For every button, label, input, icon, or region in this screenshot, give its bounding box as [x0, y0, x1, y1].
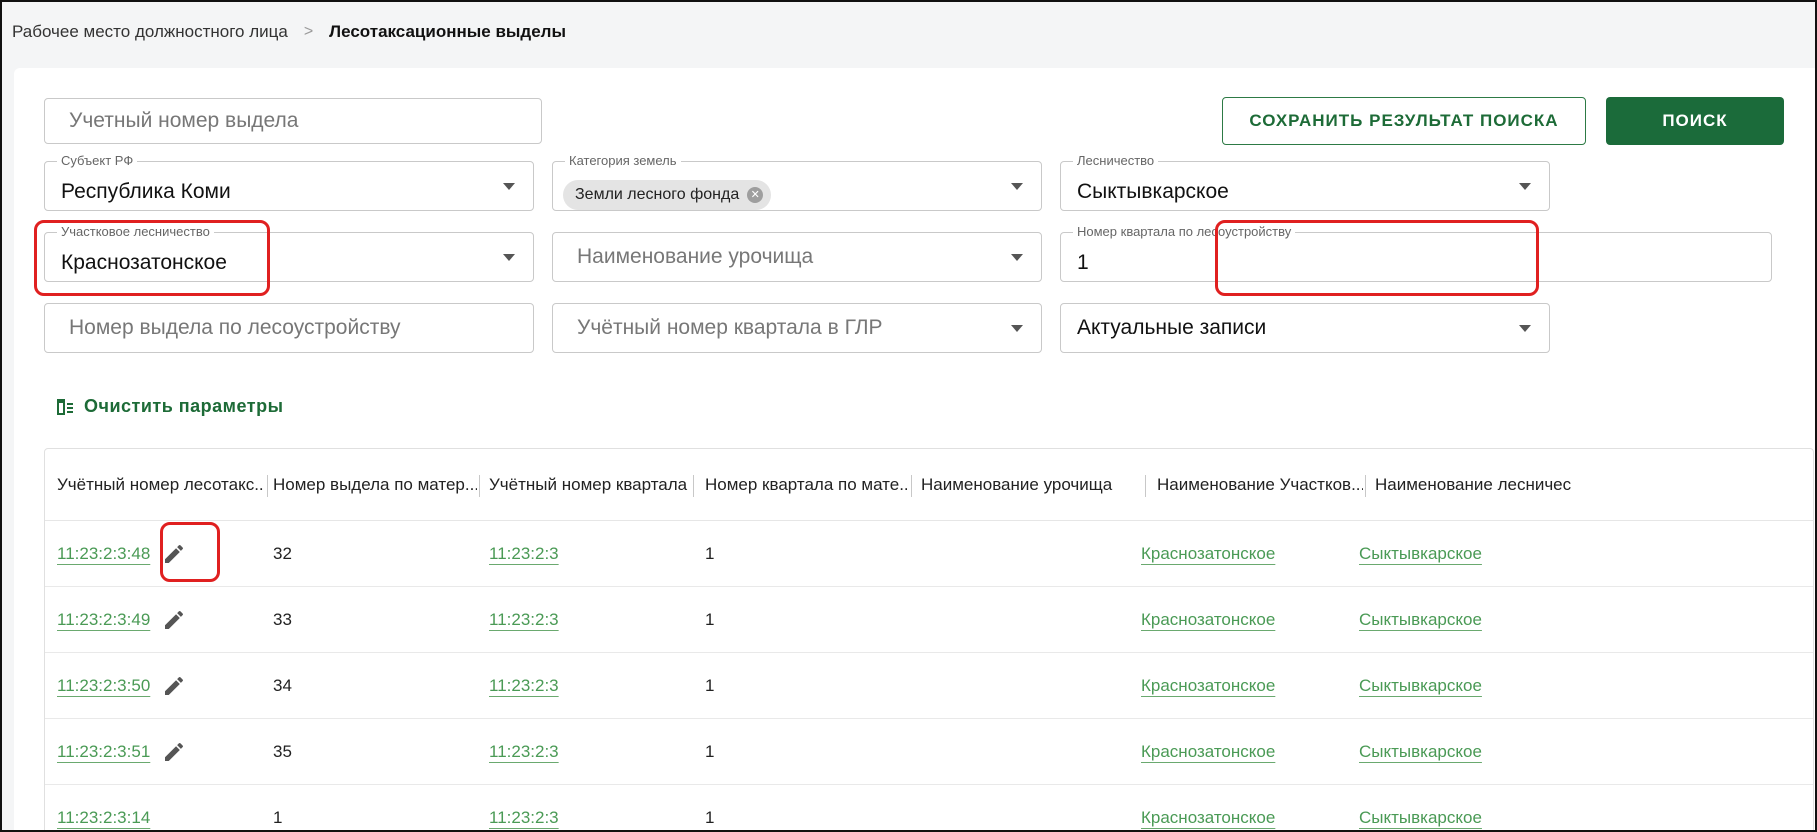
- records-filter-value: Актуальные записи: [1077, 316, 1267, 339]
- district-forestry-link[interactable]: Краснозатонское: [1141, 808, 1275, 828]
- column-resize-handle[interactable]: [267, 475, 268, 497]
- district-forestry-link[interactable]: Краснозатонское: [1141, 676, 1275, 696]
- allotment-number-cell: 35: [273, 742, 292, 761]
- account-number-placeholder: Учетный номер выдела: [69, 109, 299, 132]
- district-forestry-link[interactable]: Краснозатонское: [1141, 742, 1275, 762]
- forestry-link[interactable]: Сыктывкарское: [1359, 544, 1482, 564]
- column-header-forestry[interactable]: Наименование лесничес: [1375, 449, 1813, 521]
- column-resize-handle[interactable]: [1365, 475, 1366, 497]
- chevron-down-icon: [503, 254, 515, 261]
- clear-params-button[interactable]: Очистить параметры: [56, 392, 283, 420]
- quarter-number-cell: 1: [705, 676, 715, 695]
- edit-pencil-icon[interactable]: [162, 608, 186, 632]
- forestry-link[interactable]: Сыктывкарское: [1359, 676, 1482, 696]
- account-number-link[interactable]: 11:23:2:3:50: [57, 676, 150, 696]
- land-category-chip[interactable]: Земли лесного фонда ✕: [563, 180, 772, 210]
- edit-pencil-icon[interactable]: [162, 674, 186, 698]
- district-forestry-value: Краснозатонское: [61, 251, 227, 274]
- account-number-link[interactable]: 11:23:2:3:51: [57, 742, 150, 762]
- chevron-down-icon: [1519, 183, 1531, 190]
- column-header-account-number[interactable]: Учётный номер лесотакс...: [57, 449, 263, 521]
- land-category-chip-label: Земли лесного фонда: [575, 186, 740, 203]
- subject-value: Республика Коми: [61, 180, 231, 203]
- column-header-tract-name[interactable]: Наименование урочища: [921, 449, 1139, 521]
- account-number-link[interactable]: 11:23:2:3:49: [57, 610, 150, 630]
- clear-params-label: Очистить параметры: [84, 395, 284, 416]
- results-table: Учётный номер лесотакс... Номер выдела п…: [44, 448, 1814, 830]
- quarter-number-cell: 1: [705, 610, 715, 629]
- edit-pencil-icon[interactable]: [162, 740, 186, 764]
- breadcrumb: Рабочее место должностного лица > Лесота…: [12, 20, 566, 44]
- chevron-down-icon: [1011, 325, 1023, 332]
- district-forestry-select[interactable]: Участковое лесничество Краснозатонское: [44, 224, 534, 282]
- chevron-down-icon: [1011, 183, 1023, 190]
- column-header-quarter-number[interactable]: Номер квартала по мате...: [705, 449, 907, 521]
- clear-filter-icon: [57, 399, 73, 415]
- column-resize-handle[interactable]: [911, 475, 912, 497]
- column-header-quarter-id[interactable]: Учётный номер квартала: [489, 449, 689, 521]
- allotment-number-cell: 34: [273, 676, 292, 695]
- quarter-number-cell: 1: [705, 808, 715, 827]
- table-row[interactable]: 11:23:2:3:49 33 11:23:2:3 1 Краснозатонс…: [45, 587, 1813, 653]
- column-resize-handle[interactable]: [693, 475, 694, 497]
- chevron-down-icon: [1011, 254, 1023, 261]
- table-row[interactable]: 11:23:2:3:50 34 11:23:2:3 1 Краснозатонс…: [45, 653, 1813, 719]
- district-forestry-link[interactable]: Краснозатонское: [1141, 610, 1275, 630]
- quarter-glr-placeholder: Учётный номер квартала в ГЛР: [577, 316, 883, 339]
- search-button[interactable]: ПОИСК: [1606, 97, 1784, 145]
- breadcrumb-current: Лесотаксационные выделы: [329, 22, 566, 41]
- table-header: Учётный номер лесотакс... Номер выдела п…: [45, 449, 1813, 521]
- district-forestry-link[interactable]: Краснозатонское: [1141, 544, 1275, 564]
- forestry-select[interactable]: Лесничество Сыктывкарское: [1060, 153, 1550, 211]
- quarter-id-link[interactable]: 11:23:2:3: [489, 676, 559, 696]
- forestry-link[interactable]: Сыктывкарское: [1359, 742, 1482, 762]
- column-resize-handle[interactable]: [479, 475, 480, 497]
- table-row[interactable]: 11:23:2:3:51 35 11:23:2:3 1 Краснозатонс…: [45, 719, 1813, 785]
- column-header-allotment-number[interactable]: Номер выдела по матер...: [273, 449, 477, 521]
- tract-name-placeholder: Наименование урочища: [577, 245, 814, 268]
- allotment-number-input[interactable]: Номер выдела по лесоустройству: [44, 303, 534, 353]
- column-header-district-forestry[interactable]: Наименование Участков...: [1157, 449, 1363, 521]
- allotment-number-cell: 33: [273, 610, 292, 629]
- forestry-link[interactable]: Сыктывкарское: [1359, 808, 1482, 828]
- records-filter-select[interactable]: Актуальные записи: [1060, 303, 1550, 353]
- quarter-number-label: Номер квартала по лесоустройству: [1073, 224, 1296, 240]
- forestry-value: Сыктывкарское: [1077, 180, 1229, 203]
- table-row[interactable]: 11:23:2:3:14 1 11:23:2:3 1 Краснозатонск…: [45, 785, 1813, 830]
- save-search-button[interactable]: СОХРАНИТЬ РЕЗУЛЬТАТ ПОИСКА: [1222, 97, 1586, 145]
- tract-name-select[interactable]: Наименование урочища: [552, 232, 1042, 282]
- allotment-number-placeholder: Номер выдела по лесоустройству: [69, 316, 401, 339]
- chip-remove-icon[interactable]: ✕: [747, 187, 764, 203]
- forestry-link[interactable]: Сыктывкарское: [1359, 610, 1482, 630]
- edit-pencil-icon[interactable]: [162, 542, 186, 566]
- account-number-link[interactable]: 11:23:2:3:14: [57, 808, 150, 828]
- chevron-down-icon: [1519, 325, 1531, 332]
- chevron-down-icon: [503, 183, 515, 190]
- breadcrumb-parent-link[interactable]: Рабочее место должностного лица: [12, 22, 288, 42]
- account-number-input[interactable]: Учетный номер выдела: [44, 98, 542, 144]
- quarter-id-link[interactable]: 11:23:2:3: [489, 808, 559, 828]
- allotment-number-cell: 32: [273, 544, 292, 563]
- quarter-id-link[interactable]: 11:23:2:3: [489, 742, 559, 762]
- breadcrumb-separator: >: [303, 23, 314, 40]
- allotment-number-cell: 1: [273, 808, 283, 827]
- quarter-number-cell: 1: [705, 742, 715, 761]
- subject-select[interactable]: Субъект РФ Республика Коми: [44, 153, 534, 211]
- quarter-glr-select[interactable]: Учётный номер квартала в ГЛР: [552, 303, 1042, 353]
- quarter-id-link[interactable]: 11:23:2:3: [489, 610, 559, 630]
- quarter-number-cell: 1: [705, 544, 715, 563]
- quarter-number-value: 1: [1077, 251, 1089, 274]
- app-frame: Рабочее место должностного лица > Лесота…: [0, 0, 1817, 832]
- account-number-link[interactable]: 11:23:2:3:48: [57, 544, 150, 564]
- column-resize-handle[interactable]: [1145, 475, 1146, 497]
- quarter-number-input[interactable]: Номер квартала по лесоустройству 1: [1060, 224, 1772, 282]
- land-category-select[interactable]: Категория земель Земли лесного фонда ✕: [552, 153, 1042, 211]
- quarter-id-link[interactable]: 11:23:2:3: [489, 544, 559, 564]
- table-row[interactable]: 11:23:2:3:48 32 11:23:2:3 1 Краснозатонс…: [45, 521, 1813, 587]
- land-category-label: Категория земель: [565, 153, 681, 169]
